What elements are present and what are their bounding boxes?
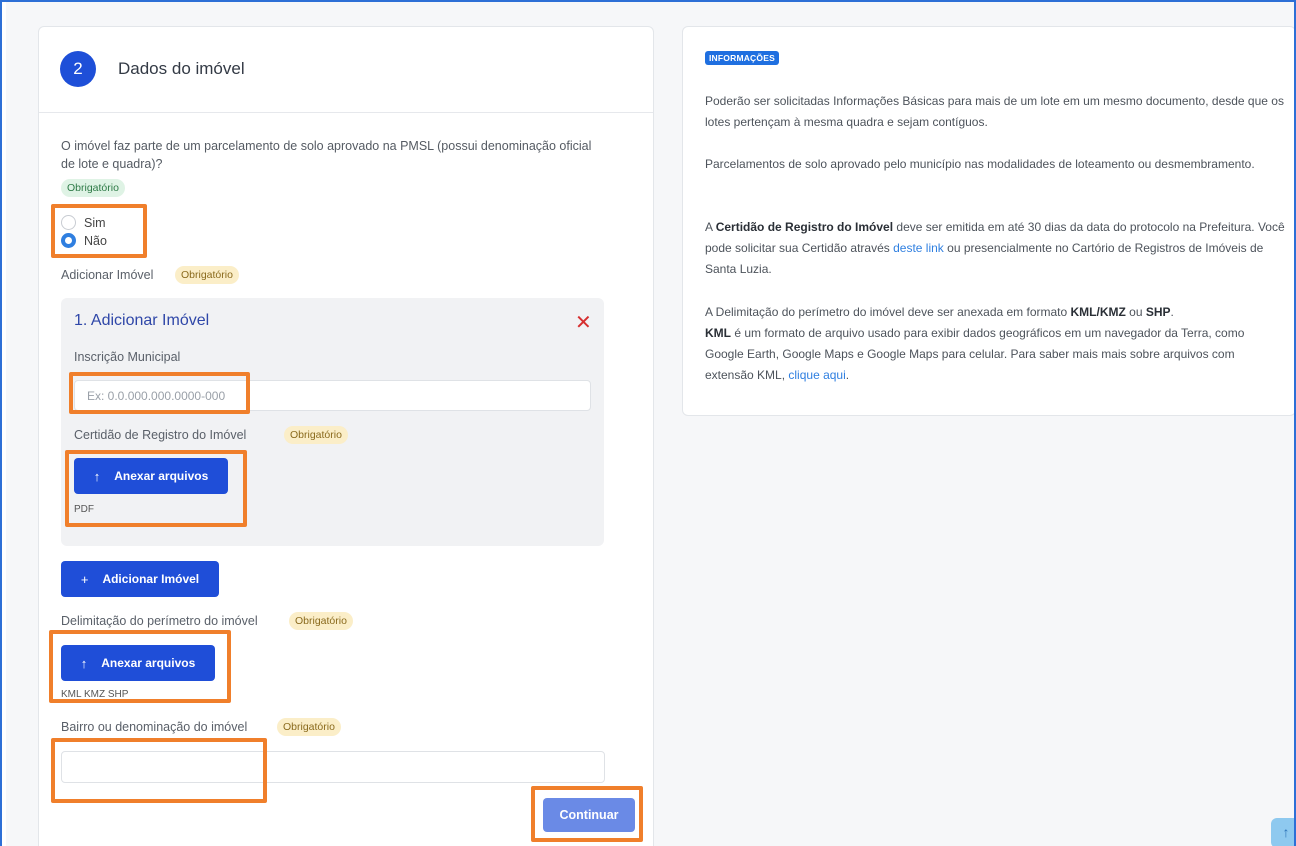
add-property-button[interactable]: + Adicionar Imóvel: [61, 561, 219, 597]
step-header: 2 Dados do imóvel: [39, 27, 653, 113]
close-icon[interactable]: ✕: [575, 310, 592, 335]
info-p3-a: A: [705, 220, 716, 234]
info-paragraph-2: Parcelamentos de solo aprovado pelo muni…: [705, 157, 1255, 171]
highlight-bairro: [51, 738, 267, 803]
parcelamento-question: O imóvel faz parte de um parcelamento de…: [61, 139, 592, 171]
property-data-card: 2 Dados do imóvel O imóvel faz parte de …: [38, 26, 654, 846]
required-badge: Obrigatório: [284, 426, 348, 444]
highlight-certidao: [65, 450, 247, 527]
required-badge: Obrigatório: [289, 612, 353, 630]
bairro-label: Bairro ou denominação do imóvel: [61, 720, 248, 734]
perimeter-label: Delimitação do perímetro do imóvel: [61, 614, 258, 628]
arrow-up-icon: ↑: [1282, 824, 1290, 840]
info-p4-ou: ou: [1125, 305, 1146, 319]
info-p4-kmlkmz: KML/KMZ: [1070, 305, 1126, 319]
info-p3-bold: Certidão de Registro do Imóvel: [715, 220, 894, 234]
required-badge: Obrigatório: [61, 179, 125, 197]
add-property-button-label: Adicionar Imóvel: [102, 572, 200, 586]
info-p4-a: A Delimitação do perímetro do imóvel dev…: [705, 305, 1071, 319]
property-item-title: 1. Adicionar Imóvel: [74, 312, 210, 329]
info-paragraph-1: Poderão ser solicitadas Informações Bási…: [705, 94, 1284, 129]
info-paragraph-3: A Certidão de Registro do Imóvel deve se…: [705, 217, 1285, 280]
scroll-top-button[interactable]: ↑: [1271, 818, 1296, 846]
certidao-link[interactable]: deste link: [893, 241, 944, 255]
required-badge: Obrigatório: [175, 266, 239, 284]
info-card: INFORMAÇÕES Poderão ser solicitadas Info…: [682, 26, 1296, 416]
step-title: Dados do imóvel: [118, 59, 245, 78]
highlight-inscricao: [69, 372, 250, 414]
info-p4-shp: SHP: [1145, 305, 1171, 319]
info-paragraph-4: A Delimitação do perímetro do imóvel dev…: [705, 302, 1285, 386]
info-badge: INFORMAÇÕES: [705, 51, 779, 65]
left-edge: [0, 0, 6, 846]
highlight-radio: [51, 204, 147, 258]
add-property-label: Adicionar Imóvel: [61, 268, 154, 282]
highlight-continue: [531, 786, 643, 842]
info-p4-end: .: [845, 368, 850, 382]
info-p4-c: é um formato de arquivo usado para exibi…: [705, 326, 1245, 382]
certidao-label: Certidão de Registro do Imóvel: [74, 428, 247, 442]
info-p4-kml: KML: [705, 326, 731, 340]
inscricao-label: Inscrição Municipal: [74, 350, 181, 364]
required-badge: Obrigatório: [277, 718, 341, 736]
kml-info-link[interactable]: clique aqui: [788, 368, 845, 382]
plus-icon: +: [80, 571, 89, 587]
step-number: 2: [60, 51, 96, 87]
info-p4-dot: .: [1170, 305, 1174, 319]
highlight-perimeter: [49, 630, 231, 703]
